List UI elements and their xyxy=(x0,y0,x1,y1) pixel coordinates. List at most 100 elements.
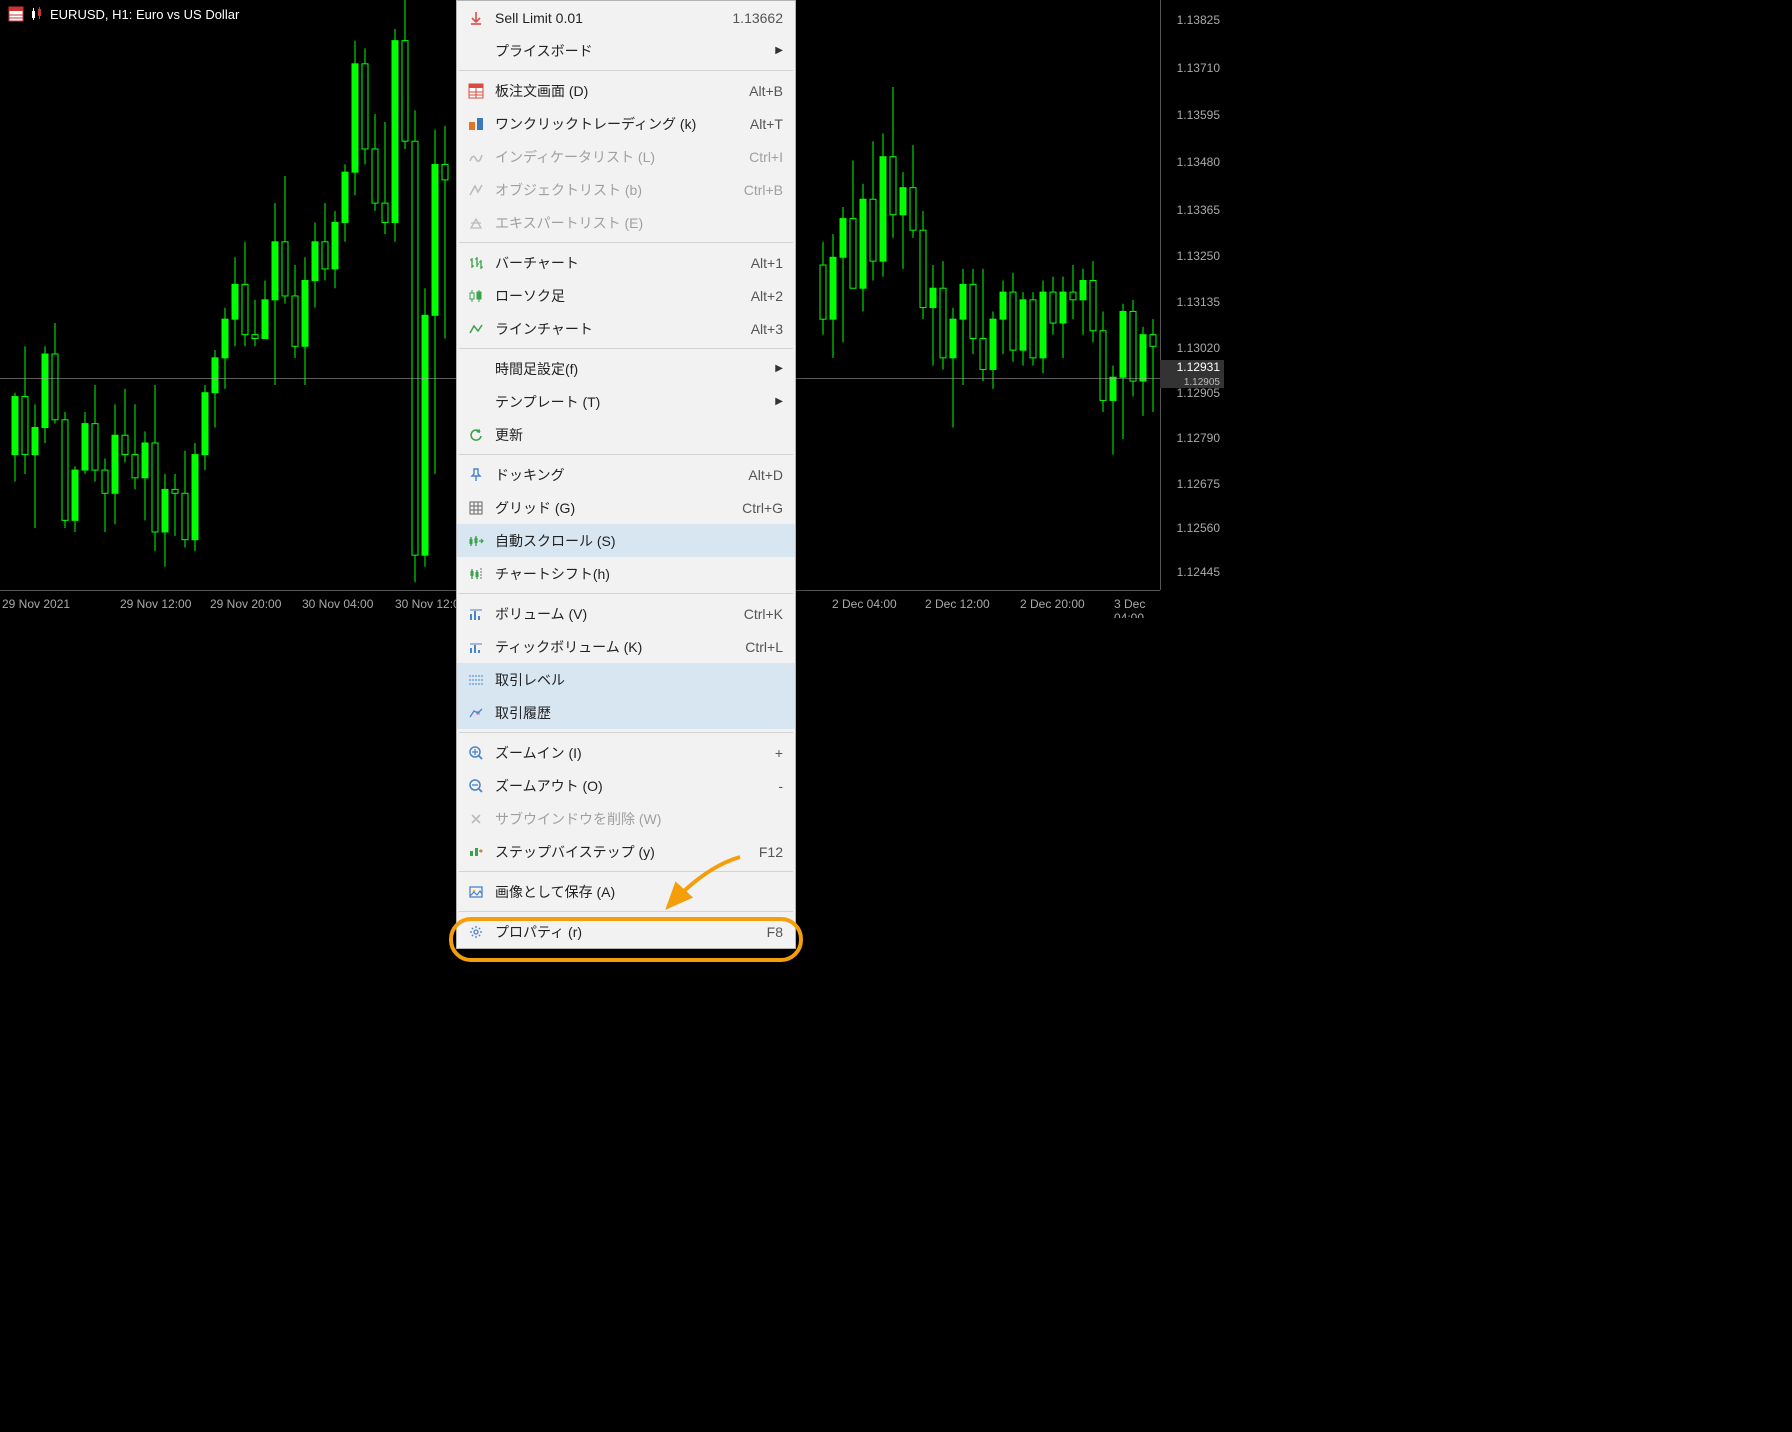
expert-list-icon xyxy=(465,213,487,233)
menu-item[interactable]: ドッキングAlt+D xyxy=(457,458,795,491)
menu-item-label: グリッド (G) xyxy=(495,498,742,518)
time-tick: 29 Nov 12:00 xyxy=(120,597,191,611)
menu-item-shortcut: + xyxy=(775,745,783,761)
time-tick: 2 Dec 20:00 xyxy=(1020,597,1085,611)
price-tick: 1.13135 xyxy=(1177,295,1220,309)
menu-item-shortcut: - xyxy=(778,778,783,794)
menu-separator xyxy=(459,593,793,594)
menu-item[interactable]: 取引履歴 xyxy=(457,696,795,729)
menu-item-shortcut: Alt+D xyxy=(748,467,783,483)
menu-item[interactable]: プライスボード▶ xyxy=(457,34,795,67)
menu-item-label: バーチャート xyxy=(495,253,751,273)
price-tick: 1.13710 xyxy=(1177,61,1220,75)
menu-item-shortcut: Ctrl+G xyxy=(742,500,783,516)
menu-item[interactable]: テンプレート (T)▶ xyxy=(457,385,795,418)
menu-item-shortcut: Ctrl+B xyxy=(744,182,783,198)
autoscroll-icon xyxy=(465,531,487,551)
price-tick: 1.12445 xyxy=(1177,565,1220,579)
menu-item[interactable]: 取引レベル xyxy=(457,663,795,696)
menu-item-label: エキスパートリスト (E) xyxy=(495,213,783,233)
price-tick: 1.12790 xyxy=(1177,431,1220,445)
menu-item-shortcut: Alt+T xyxy=(750,116,783,132)
menu-item-label: サブウインドウを削除 (W) xyxy=(495,809,783,829)
blank-icon xyxy=(465,41,487,61)
menu-item-label: ワンクリックトレーディング (k) xyxy=(495,114,750,134)
price-tick: 1.13250 xyxy=(1177,249,1220,263)
submenu-arrow-icon: ▶ xyxy=(775,396,783,407)
tick-volume-icon xyxy=(465,637,487,657)
blank-icon xyxy=(465,392,487,412)
menu-item-label: ステップバイステップ (y) xyxy=(495,842,759,862)
menu-item[interactable]: Sell Limit 0.011.13662 xyxy=(457,1,795,34)
menu-item[interactable]: 更新 xyxy=(457,418,795,451)
menu-item[interactable]: グリッド (G)Ctrl+G xyxy=(457,491,795,524)
menu-item-label: インディケータリスト (L) xyxy=(495,147,749,167)
delete-subwindow-icon xyxy=(465,809,487,829)
menu-item[interactable]: バーチャートAlt+1 xyxy=(457,246,795,279)
menu-item-label: ラインチャート xyxy=(495,319,751,339)
zoom-out-icon xyxy=(465,776,487,796)
history-icon xyxy=(465,703,487,723)
price-tick: 1.13480 xyxy=(1177,155,1220,169)
menu-item[interactable]: ズームアウト (O)- xyxy=(457,769,795,802)
menu-item: サブウインドウを削除 (W) xyxy=(457,802,795,835)
menu-item-shortcut: Ctrl+L xyxy=(745,639,783,655)
dom-icon xyxy=(465,81,487,101)
menu-separator xyxy=(459,454,793,455)
volume-icon xyxy=(465,604,487,624)
dom-small-icon xyxy=(8,6,24,22)
menu-item[interactable]: 板注文画面 (D)Alt+B xyxy=(457,74,795,107)
menu-item-shortcut: 1.13662 xyxy=(732,10,783,26)
price-tick: 1.12675 xyxy=(1177,477,1220,491)
menu-separator xyxy=(459,70,793,71)
menu-item-label: プロパティ (r) xyxy=(495,922,767,942)
menu-separator xyxy=(459,911,793,912)
current-price-badge: 1.129311.12905 xyxy=(1160,360,1224,388)
menu-item[interactable]: 時間足設定(f)▶ xyxy=(457,352,795,385)
time-tick: 2 Dec 04:00 xyxy=(832,597,897,611)
menu-item-label: 画像として保存 (A) xyxy=(495,882,783,902)
object-list-icon xyxy=(465,180,487,200)
menu-item-shortcut: Ctrl+I xyxy=(749,149,783,165)
menu-item-shortcut: F12 xyxy=(759,844,783,860)
menu-item: オブジェクトリスト (b)Ctrl+B xyxy=(457,173,795,206)
blank-icon xyxy=(465,359,487,379)
menu-item[interactable]: ステップバイステップ (y)F12 xyxy=(457,835,795,868)
properties-icon xyxy=(465,922,487,942)
chart-context-menu[interactable]: Sell Limit 0.011.13662プライスボード▶板注文画面 (D)A… xyxy=(456,0,796,949)
time-tick: 29 Nov 2021 xyxy=(2,597,70,611)
price-axis: 1.138251.137101.135951.134801.133651.132… xyxy=(1160,0,1224,590)
menu-item-label: 更新 xyxy=(495,425,783,445)
menu-item-shortcut: Alt+2 xyxy=(751,288,783,304)
menu-item[interactable]: ティックボリューム (K)Ctrl+L xyxy=(457,630,795,663)
candle-small-icon xyxy=(29,6,45,22)
indicator-list-icon xyxy=(465,147,487,167)
menu-item[interactable]: ボリューム (V)Ctrl+K xyxy=(457,597,795,630)
bar-chart-icon xyxy=(465,253,487,273)
menu-item[interactable]: 自動スクロール (S) xyxy=(457,524,795,557)
menu-item[interactable]: 画像として保存 (A) xyxy=(457,875,795,908)
chart-title: EURUSD, H1: Euro vs US Dollar xyxy=(8,6,239,22)
menu-item-shortcut: Alt+1 xyxy=(751,255,783,271)
menu-separator xyxy=(459,348,793,349)
zoom-in-icon xyxy=(465,743,487,763)
menu-item[interactable]: ラインチャートAlt+3 xyxy=(457,312,795,345)
menu-item[interactable]: ローソク足Alt+2 xyxy=(457,279,795,312)
menu-item[interactable]: ワンクリックトレーディング (k)Alt+T xyxy=(457,107,795,140)
menu-item: インディケータリスト (L)Ctrl+I xyxy=(457,140,795,173)
menu-item[interactable]: ズームイン (I)+ xyxy=(457,736,795,769)
menu-item-label: ズームアウト (O) xyxy=(495,776,778,796)
menu-item[interactable]: チャートシフト(h) xyxy=(457,557,795,590)
menu-item-label: ズームイン (I) xyxy=(495,743,775,763)
time-tick: 2 Dec 12:00 xyxy=(925,597,990,611)
menu-item-label: 取引履歴 xyxy=(495,703,783,723)
submenu-arrow-icon: ▶ xyxy=(775,363,783,374)
menu-item-label: プライスボード xyxy=(495,41,775,61)
menu-item-label: 時間足設定(f) xyxy=(495,359,775,379)
menu-item-shortcut: Alt+3 xyxy=(751,321,783,337)
menu-separator xyxy=(459,732,793,733)
menu-item-label: チャートシフト(h) xyxy=(495,564,783,584)
submenu-arrow-icon: ▶ xyxy=(775,45,783,56)
menu-item[interactable]: プロパティ (r)F8 xyxy=(457,915,795,948)
menu-item-label: 自動スクロール (S) xyxy=(495,531,783,551)
